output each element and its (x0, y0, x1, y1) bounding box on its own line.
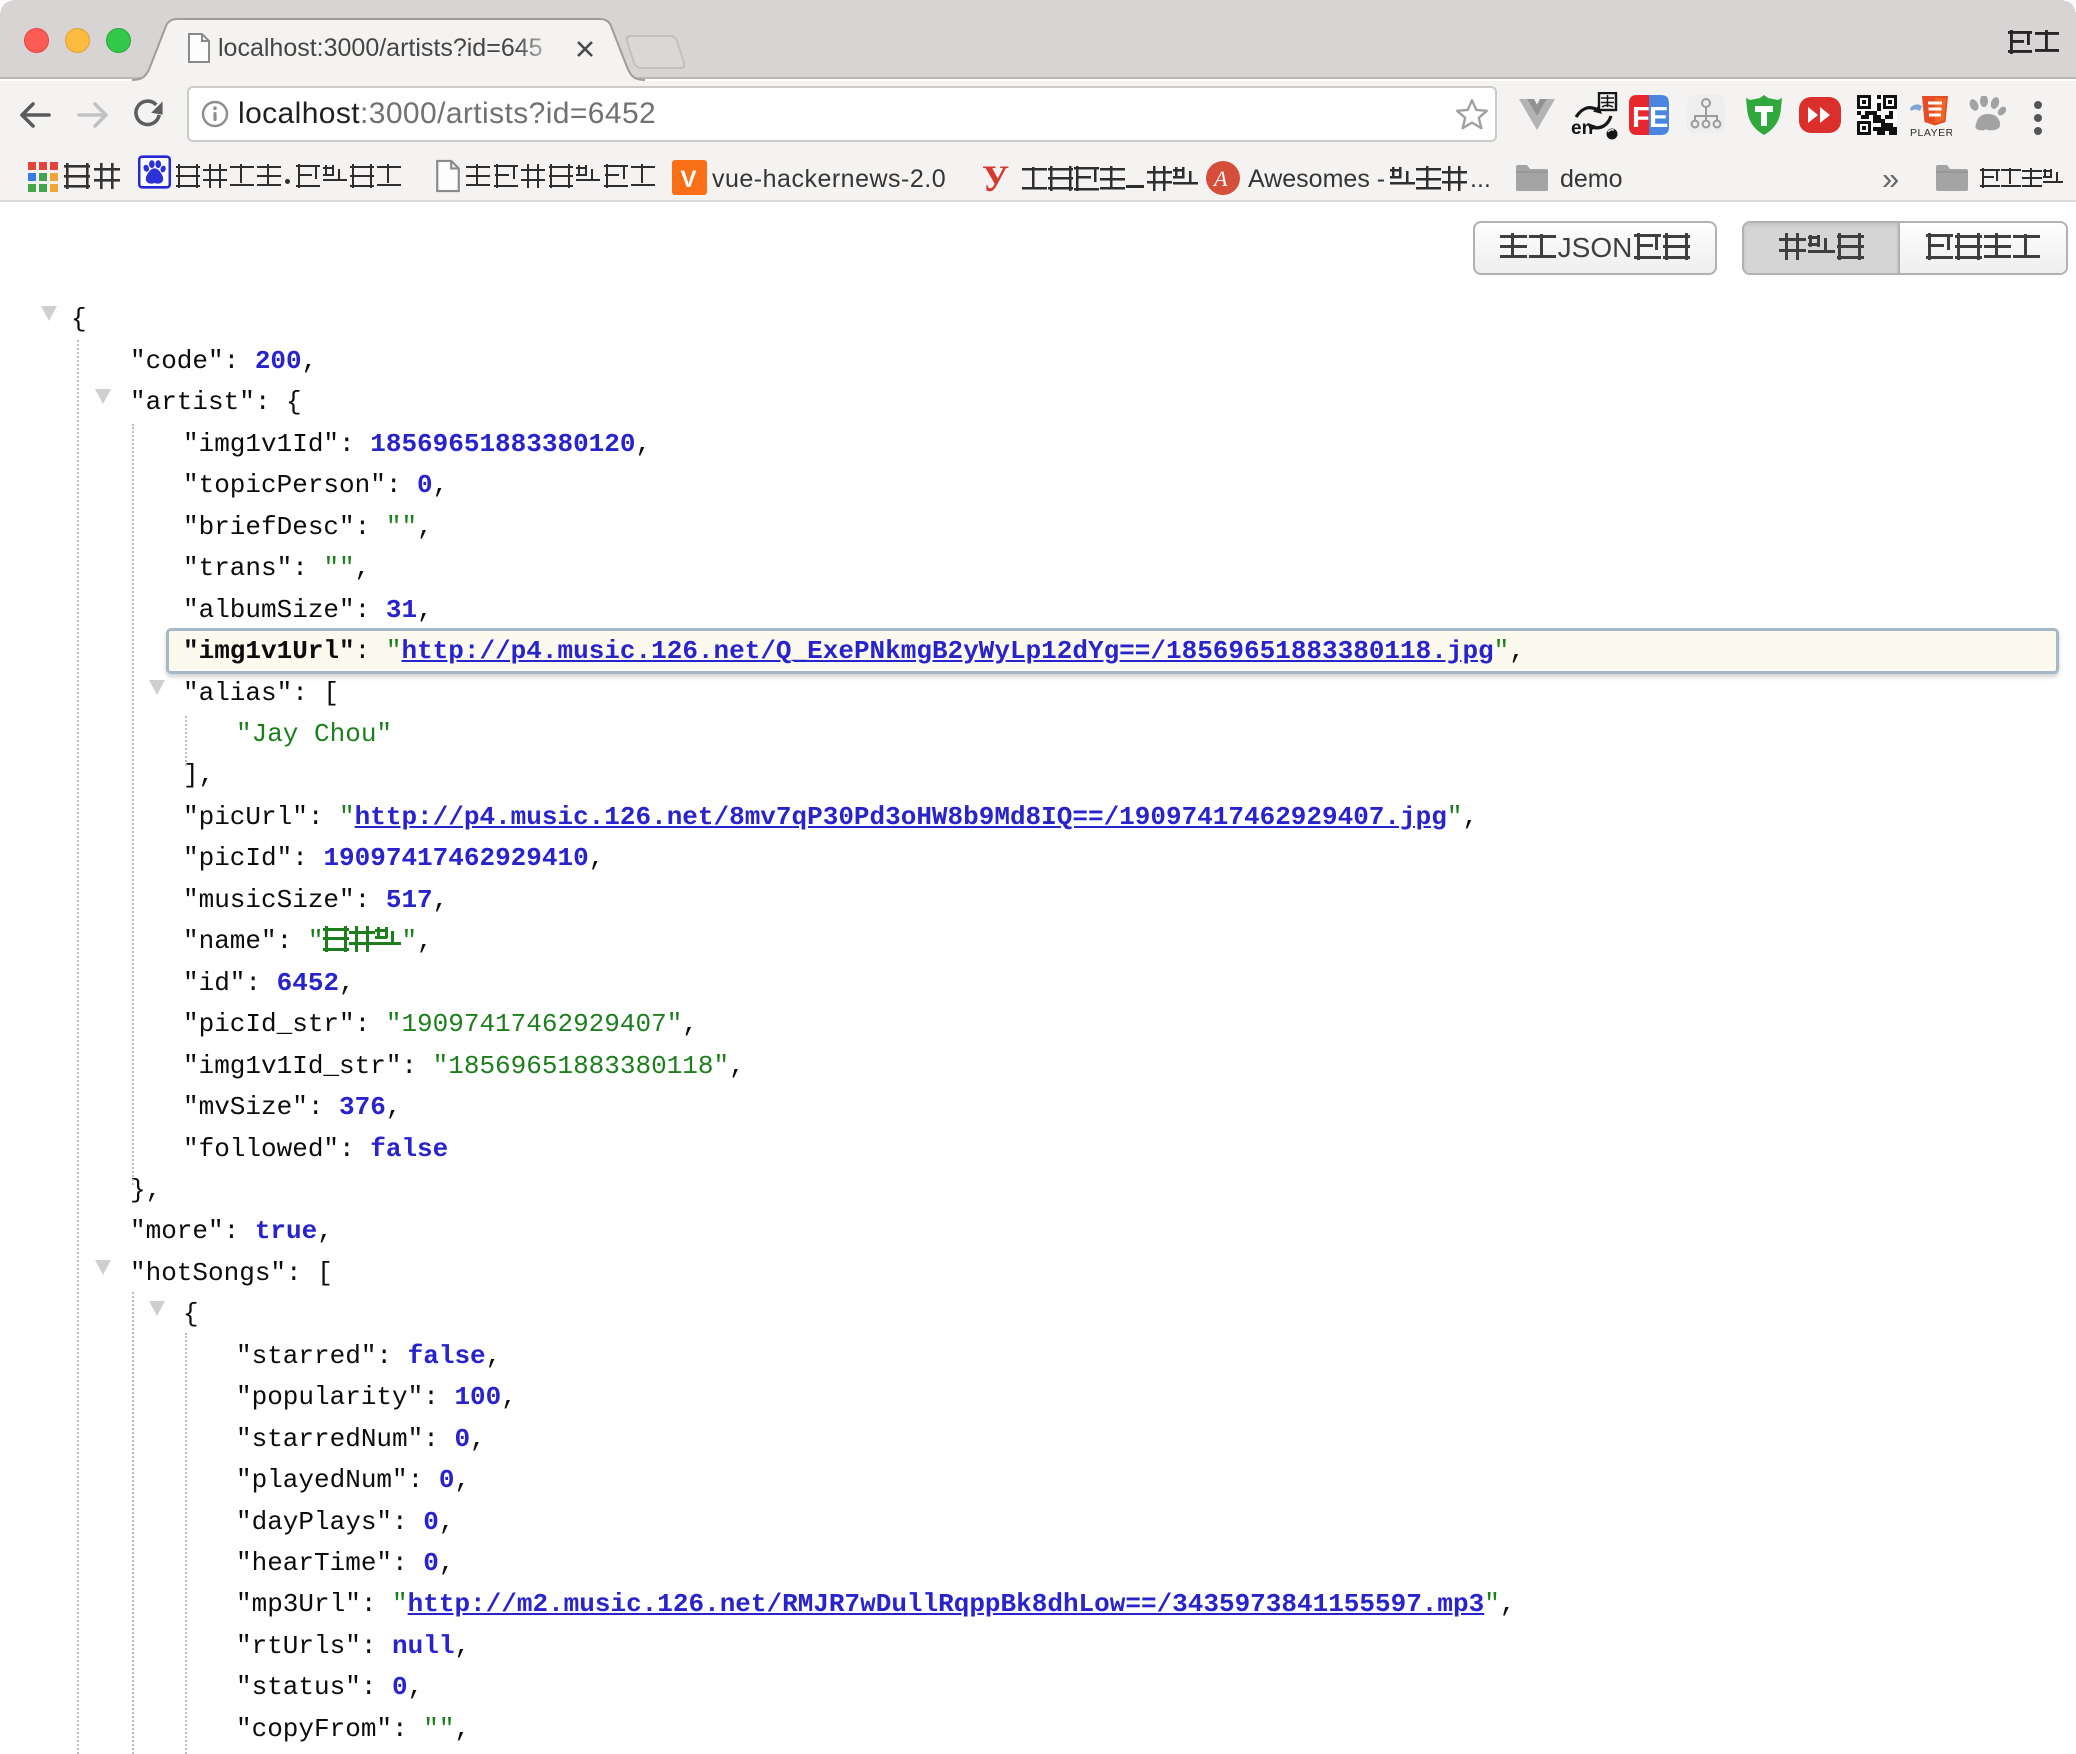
svg-text:A: A (1212, 166, 1228, 191)
svg-text:en: en (1571, 118, 1593, 139)
svg-text:PLAYER: PLAYER (1910, 127, 1952, 138)
svg-text:E: E (1649, 102, 1668, 134)
svg-text:F: F (1632, 102, 1650, 134)
svg-text:V: V (681, 166, 697, 193)
